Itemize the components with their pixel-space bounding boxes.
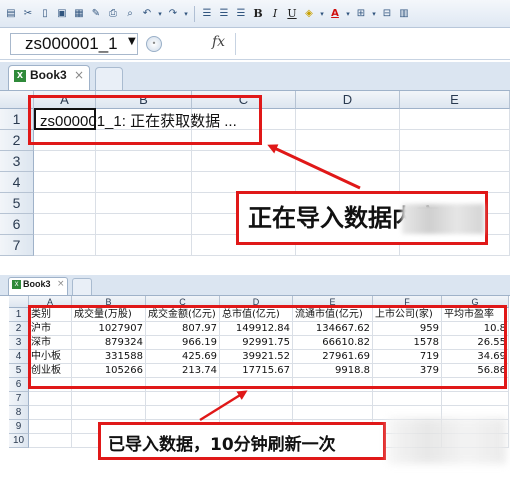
arrow-to-imported-data <box>199 390 248 422</box>
arrow-to-loading-cell <box>267 144 361 190</box>
annotation-arrows <box>199 144 361 422</box>
